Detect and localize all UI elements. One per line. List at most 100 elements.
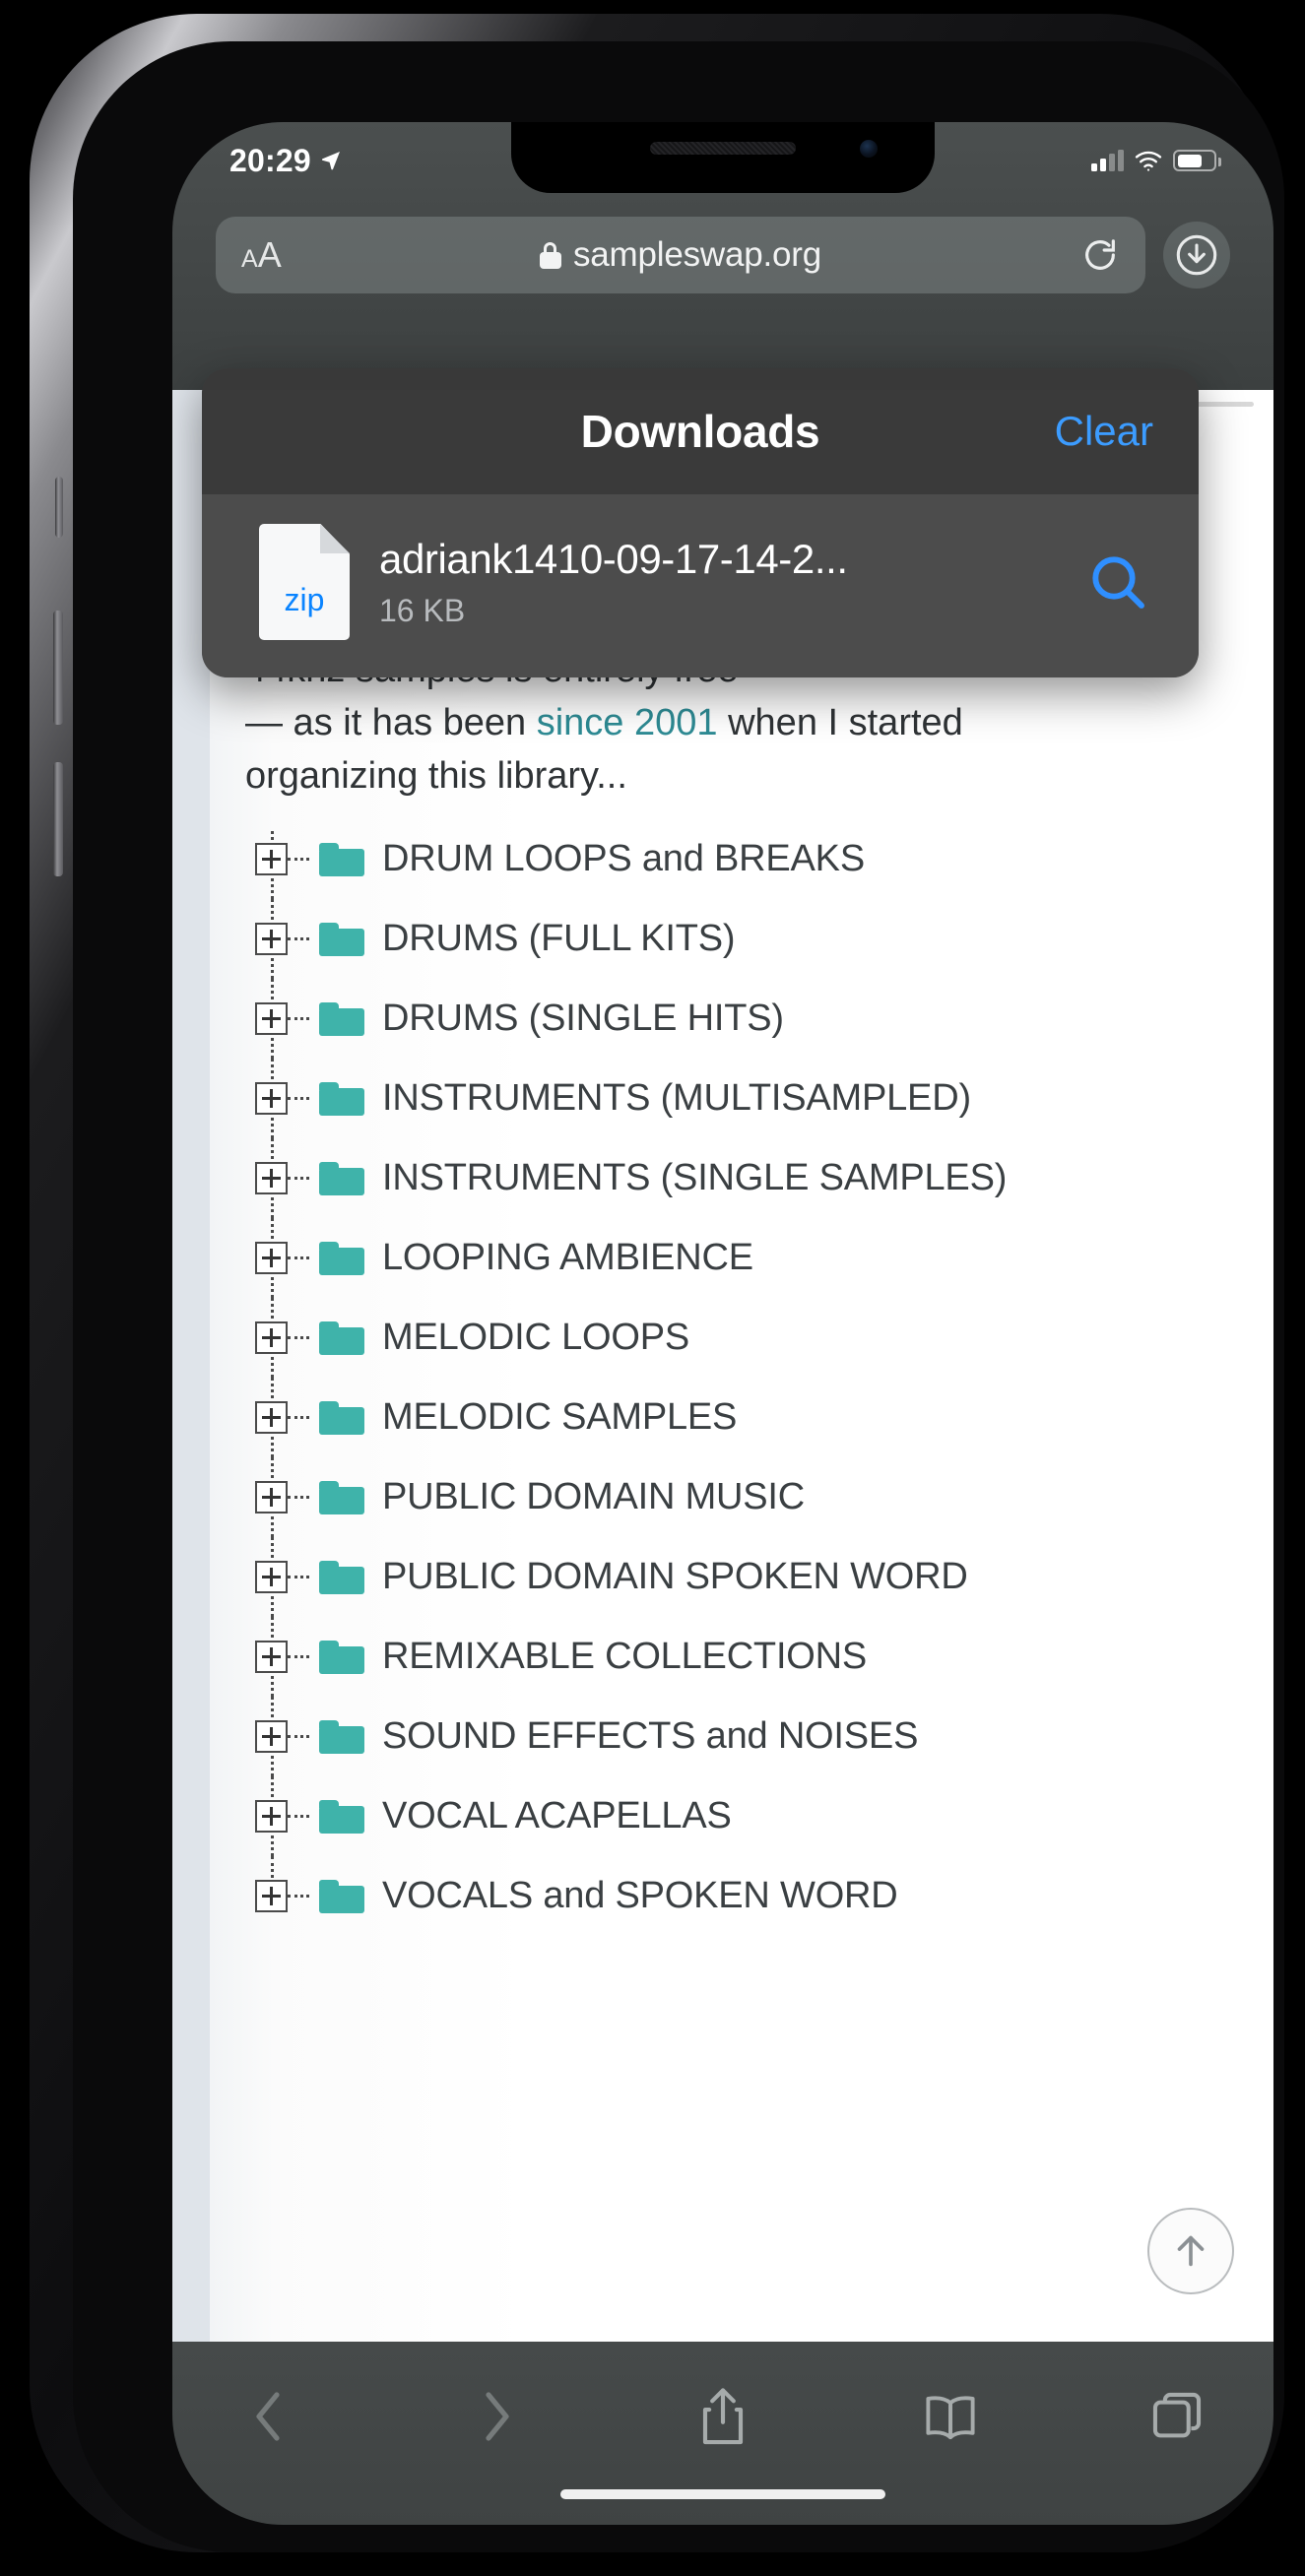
clear-downloads-button[interactable]: Clear (1055, 408, 1153, 455)
folder-expand-button[interactable] (255, 1401, 288, 1434)
folder-expand-button[interactable] (255, 1800, 288, 1833)
url-text: sampleswap.org (572, 235, 822, 274)
tree-elbow (288, 1336, 309, 1339)
folder-tree-row[interactable]: PUBLIC DOMAIN SPOKEN WORD (245, 1537, 1254, 1617)
folder-tree-row[interactable]: MELODIC LOOPS (245, 1298, 1254, 1378)
bookmarks-button[interactable] (909, 2375, 992, 2458)
forward-chevron-icon (485, 2392, 509, 2441)
folder-tree-row[interactable]: LOOPING AMBIENCE (245, 1218, 1254, 1298)
folder-tree-row[interactable]: INSTRUMENTS (SINGLE SAMPLES) (245, 1138, 1254, 1218)
download-search-button[interactable] (1082, 547, 1153, 617)
folder-label: INSTRUMENTS (SINGLE SAMPLES) (382, 1157, 1008, 1198)
folder-tree-row[interactable]: SOUND EFFECTS and NOISES (245, 1697, 1254, 1776)
tabs-button[interactable] (1136, 2375, 1218, 2458)
book-icon (925, 2396, 975, 2440)
safari-top-chrome: 20:29 A A sampleswap.org (172, 122, 1273, 390)
front-camera (860, 140, 878, 158)
tree-elbow (288, 1416, 309, 1419)
folder-icon (319, 922, 364, 956)
text-size-button[interactable]: A A (241, 237, 282, 273)
folder-icon (319, 1799, 364, 1834)
folder-tree-row[interactable]: INSTRUMENTS (MULTISAMPLED) (245, 1059, 1254, 1138)
screenshot-stage: 44khz samples is entirely free — as it h… (0, 0, 1305, 2576)
address-bar[interactable]: A A sampleswap.org (216, 217, 1145, 293)
folder-label: REMIXABLE COLLECTIONS (382, 1636, 868, 1677)
location-arrow-icon (321, 152, 340, 170)
search-icon (1092, 556, 1144, 609)
lock-icon (539, 241, 561, 269)
downloads-button[interactable] (1163, 222, 1230, 289)
folder-expand-button[interactable] (255, 1242, 288, 1274)
folder-icon (319, 1480, 364, 1514)
page-left-margin (172, 390, 210, 2342)
folder-tree-row[interactable]: DRUMS (FULL KITS) (245, 899, 1254, 979)
phone-bezel: 44khz samples is entirely free — as it h… (73, 41, 1284, 2552)
back-button[interactable] (228, 2375, 310, 2458)
forward-button[interactable] (455, 2375, 538, 2458)
folder-label: PUBLIC DOMAIN MUSIC (382, 1476, 806, 1517)
folder-tree-row[interactable]: PUBLIC DOMAIN MUSIC (245, 1457, 1254, 1537)
tree-elbow (288, 858, 309, 861)
folder-tree-row[interactable]: DRUMS (SINGLE HITS) (245, 979, 1254, 1059)
tree-elbow (288, 1576, 309, 1578)
folder-expand-button[interactable] (255, 843, 288, 875)
text-size-large-a: A (257, 234, 282, 275)
share-button[interactable] (682, 2375, 764, 2458)
downloads-title: Downloads (580, 406, 820, 457)
tree-elbow (288, 1735, 309, 1738)
tree-elbow (288, 1815, 309, 1818)
folder-expand-button[interactable] (255, 1321, 288, 1354)
clock-label: 20:29 (229, 142, 311, 178)
folder-expand-button[interactable] (255, 1880, 288, 1912)
folder-icon (319, 1719, 364, 1754)
scroll-to-top-button[interactable] (1147, 2208, 1234, 2294)
folder-icon (319, 1560, 364, 1594)
folder-icon (319, 1640, 364, 1674)
folder-tree-row[interactable]: VOCAL ACAPELLAS (245, 1776, 1254, 1856)
folder-expand-button[interactable] (255, 1162, 288, 1194)
folder-icon (319, 1161, 364, 1195)
tree-elbow (288, 1177, 309, 1180)
phone-frame: 44khz samples is entirely free — as it h… (30, 14, 1284, 2552)
folder-expand-button[interactable] (255, 1002, 288, 1035)
folder-expand-button[interactable] (255, 1082, 288, 1115)
cellular-signal-icon (1091, 150, 1124, 171)
folder-icon (319, 1879, 364, 1913)
folder-label: DRUM LOOPS and BREAKS (382, 838, 865, 879)
reload-button[interactable] (1080, 235, 1120, 275)
home-indicator[interactable] (560, 2489, 885, 2499)
folder-expand-button[interactable] (255, 923, 288, 955)
folder-expand-button[interactable] (255, 1720, 288, 1753)
folder-label: PUBLIC DOMAIN SPOKEN WORD (382, 1556, 968, 1597)
folder-tree-row[interactable]: VOCALS and SPOKEN WORD (245, 1856, 1254, 1936)
blurb-line-3: organizing this library... (245, 754, 627, 797)
safari-bottom-toolbar (172, 2342, 1273, 2525)
tabs-icon (1152, 2392, 1202, 2438)
tree-elbow (288, 1496, 309, 1499)
folder-tree-row[interactable]: REMIXABLE COLLECTIONS (245, 1617, 1254, 1697)
folder-tree-row[interactable]: DRUM LOOPS and BREAKS (245, 819, 1254, 899)
folder-label: DRUMS (FULL KITS) (382, 918, 736, 959)
device-notch (511, 122, 935, 193)
web-page-content: 44khz samples is entirely free — as it h… (172, 390, 1273, 2342)
folder-expand-button[interactable] (255, 1561, 288, 1593)
since-2001-link[interactable]: since 2001 (537, 702, 718, 743)
tree-elbow (288, 1017, 309, 1020)
folder-expand-button[interactable] (255, 1481, 288, 1513)
phone-screen: 44khz samples is entirely free — as it h… (172, 122, 1273, 2525)
silent-switch[interactable] (55, 477, 63, 538)
folder-icon (319, 1400, 364, 1435)
scroll-to-top-icon (1177, 2235, 1205, 2267)
download-item[interactable]: zip adriank1410-09-17-14-2... 16 KB (202, 494, 1199, 677)
volume-up-button[interactable] (53, 611, 63, 725)
blurb-line-2-post: when I started (717, 701, 963, 743)
folder-label: VOCALS and SPOKEN WORD (382, 1875, 898, 1916)
volume-down-button[interactable] (53, 762, 63, 876)
folder-icon (319, 842, 364, 876)
address-bar-center: sampleswap.org (216, 235, 1145, 275)
folder-expand-button[interactable] (255, 1641, 288, 1673)
folder-icon (319, 1241, 364, 1275)
earpiece-speaker (650, 142, 796, 155)
folder-tree-row[interactable]: MELODIC SAMPLES (245, 1378, 1254, 1457)
download-item-meta: adriank1410-09-17-14-2... 16 KB (379, 536, 1067, 629)
